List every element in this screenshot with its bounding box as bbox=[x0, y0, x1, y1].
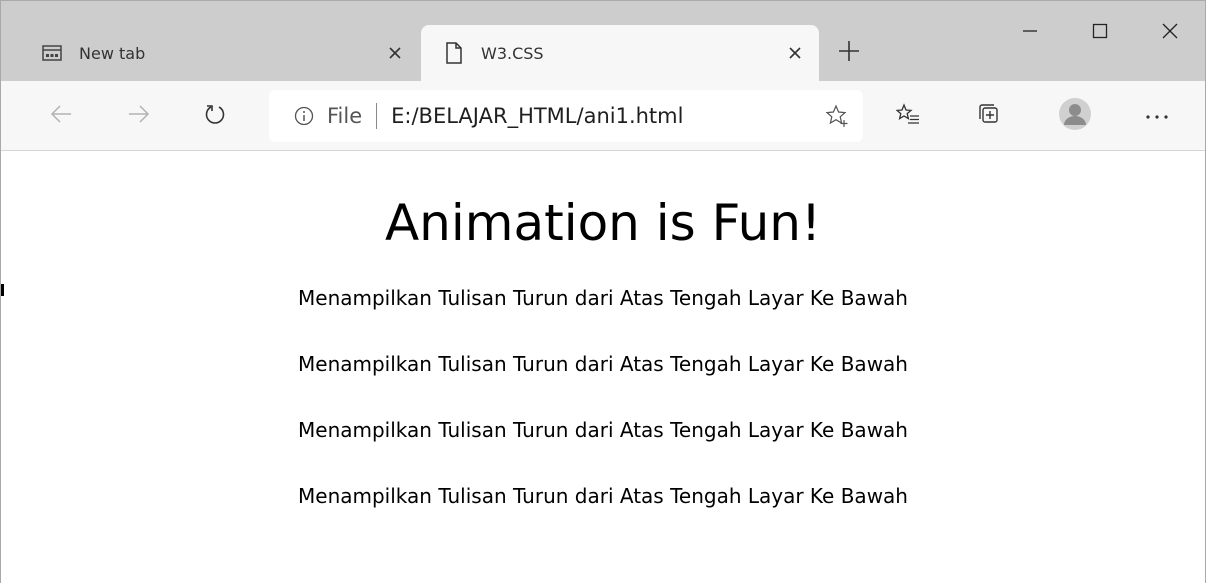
new-tab-button[interactable] bbox=[831, 35, 867, 71]
tab-title: New tab bbox=[79, 43, 146, 63]
forward-button[interactable] bbox=[119, 96, 159, 136]
new-tab-page-icon bbox=[41, 42, 63, 64]
favorites-button[interactable] bbox=[888, 96, 928, 136]
tab-w3css[interactable]: W3.CSS bbox=[421, 25, 819, 81]
minimize-button[interactable] bbox=[995, 1, 1065, 65]
content-line: Menampilkan Tulisan Turun dari Atas Teng… bbox=[298, 418, 908, 442]
navigation-toolbar: File E:/BELAJAR_HTML/ani1.html bbox=[1, 81, 1205, 151]
close-tab-icon[interactable] bbox=[381, 39, 409, 67]
tab-strip: New tab W3.CSS bbox=[1, 1, 1205, 81]
content-line: Menampilkan Tulisan Turun dari Atas Teng… bbox=[298, 484, 908, 508]
profile-button[interactable] bbox=[1055, 96, 1095, 136]
content-line: Menampilkan Tulisan Turun dari Atas Teng… bbox=[298, 352, 908, 376]
tab-title: W3.CSS bbox=[481, 43, 544, 63]
window-edge-mark bbox=[1, 284, 4, 296]
url-scheme-label: File bbox=[327, 104, 363, 128]
minimize-icon bbox=[1022, 23, 1038, 44]
refresh-icon bbox=[203, 102, 227, 131]
page-content: Animation is Fun! Menampilkan Tulisan Tu… bbox=[1, 151, 1205, 583]
close-tab-icon[interactable] bbox=[781, 39, 809, 67]
info-icon[interactable] bbox=[293, 105, 315, 127]
collections-button[interactable] bbox=[969, 96, 1009, 136]
close-icon bbox=[1162, 23, 1178, 44]
window-controls bbox=[995, 1, 1205, 65]
back-button[interactable] bbox=[41, 96, 81, 136]
add-favorite-star-icon[interactable] bbox=[819, 98, 855, 134]
back-arrow-icon bbox=[49, 104, 73, 129]
tab-new-tab[interactable]: New tab bbox=[21, 25, 419, 81]
close-window-button[interactable] bbox=[1135, 1, 1205, 65]
plus-icon bbox=[838, 40, 860, 67]
address-bar[interactable]: File E:/BELAJAR_HTML/ani1.html bbox=[269, 90, 863, 142]
forward-arrow-icon bbox=[127, 104, 151, 129]
page-heading: Animation is Fun! bbox=[384, 194, 822, 252]
document-icon bbox=[443, 42, 465, 64]
browser-window: New tab W3.CSS File E:/BELAJAR_HTML/ani1… bbox=[0, 0, 1206, 583]
maximize-button[interactable] bbox=[1065, 1, 1135, 65]
maximize-icon bbox=[1092, 23, 1108, 44]
address-divider bbox=[376, 103, 378, 129]
refresh-button[interactable] bbox=[195, 96, 235, 136]
avatar-icon bbox=[1059, 97, 1091, 135]
favorites-list-icon bbox=[895, 102, 920, 130]
more-dots-icon bbox=[1145, 107, 1169, 125]
collections-icon bbox=[977, 102, 1001, 131]
content-line: Menampilkan Tulisan Turun dari Atas Teng… bbox=[298, 286, 908, 310]
url-text[interactable]: E:/BELAJAR_HTML/ani1.html bbox=[391, 104, 819, 128]
more-menu-button[interactable] bbox=[1137, 96, 1177, 136]
